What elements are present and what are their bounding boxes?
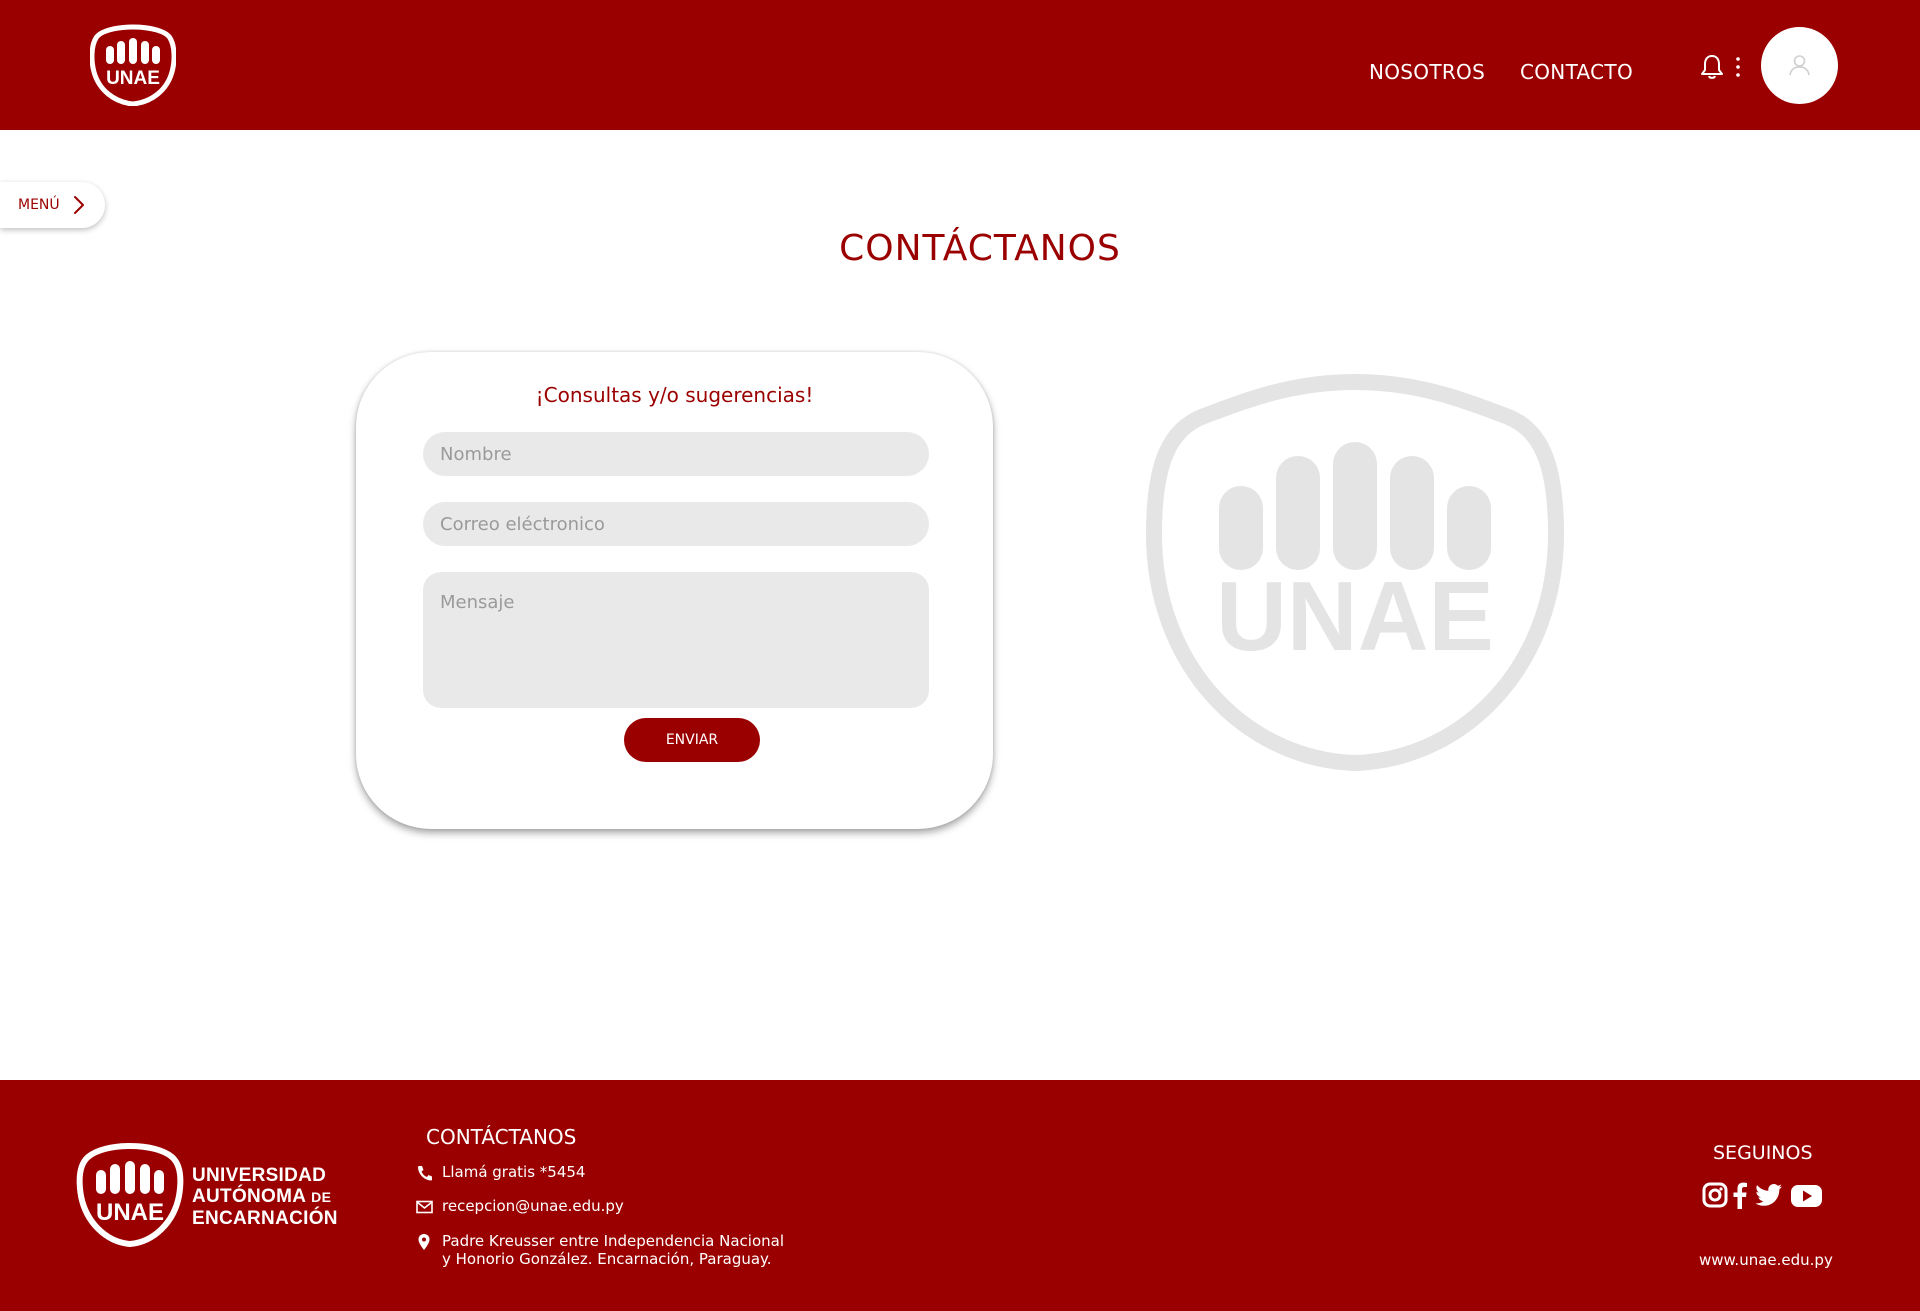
facebook-icon[interactable]: [1732, 1180, 1748, 1210]
kebab-menu-icon[interactable]: [1735, 56, 1741, 78]
user-avatar[interactable]: [1761, 27, 1838, 104]
nav-nosotros[interactable]: NOSOTROS: [1369, 60, 1485, 84]
address-line-2: y Honorio González. Encarnación, Paragua…: [442, 1250, 772, 1268]
watermark-text: UNAE: [1216, 561, 1494, 671]
page-title: CONTÁCTANOS: [839, 228, 1121, 269]
university-line-3: ENCARNACIÓN: [192, 1208, 338, 1229]
send-button[interactable]: ENVIAR: [624, 718, 760, 762]
phone-text: Llamá gratis *5454: [442, 1163, 586, 1181]
university-line-2: AUTÓNOMA DE: [192, 1186, 332, 1207]
address-line-1: Padre Kreusser entre Independencia Nacio…: [442, 1232, 785, 1250]
menu-toggle[interactable]: MENÚ: [0, 182, 105, 228]
form-title: ¡Consultas y/o sugerencias!: [535, 383, 814, 407]
website-link[interactable]: www.unae.edu.py: [1699, 1251, 1833, 1269]
unae-watermark-logo: UNAE: [1146, 374, 1564, 771]
instagram-icon[interactable]: [1702, 1180, 1728, 1210]
footer-phone[interactable]: Llamá gratis *5454: [415, 1163, 585, 1182]
name-input[interactable]: [423, 432, 929, 476]
logo-text: UNAE: [106, 68, 160, 89]
nav-contacto[interactable]: CONTACTO: [1520, 60, 1633, 84]
menu-label: MENÚ: [18, 197, 60, 213]
footer-contact-title: CONTÁCTANOS: [426, 1125, 577, 1149]
bell-icon[interactable]: [1699, 53, 1725, 81]
user-avatar-icon: [1789, 55, 1810, 76]
location-pin-icon: [418, 1234, 430, 1250]
footer-logo-text: UNAE: [96, 1199, 164, 1226]
unae-footer-logo[interactable]: UNAE: [70, 1142, 198, 1248]
unae-logo[interactable]: UNAE: [90, 24, 176, 106]
university-name: UNIVERSIDAD AUTÓNOMA DE ENCARNACIÓN: [192, 1165, 338, 1229]
twitter-icon[interactable]: [1755, 1180, 1783, 1210]
contact-form-card: ¡Consultas y/o sugerencias! ENVIAR: [356, 352, 993, 829]
message-textarea[interactable]: [423, 572, 929, 708]
university-line-1: UNIVERSIDAD: [192, 1165, 327, 1186]
mail-icon: [416, 1200, 433, 1214]
phone-icon: [418, 1166, 432, 1181]
email-text: recepcion@unae.edu.py: [442, 1197, 624, 1215]
site-header: UNAE NOSOTROS CONTACTO: [0, 0, 1920, 130]
chevron-right-icon: [74, 196, 84, 214]
site-footer: UNAE UNIVERSIDAD AUTÓNOMA DE ENCARNACIÓN…: [0, 1080, 1920, 1311]
footer-email[interactable]: recepcion@unae.edu.py: [415, 1197, 624, 1216]
footer-address: Padre Kreusser entre Independencia Nacio…: [415, 1232, 784, 1268]
email-input[interactable]: [423, 502, 929, 546]
follow-title: SEGUINOS: [1713, 1142, 1813, 1164]
youtube-icon[interactable]: [1790, 1180, 1823, 1210]
